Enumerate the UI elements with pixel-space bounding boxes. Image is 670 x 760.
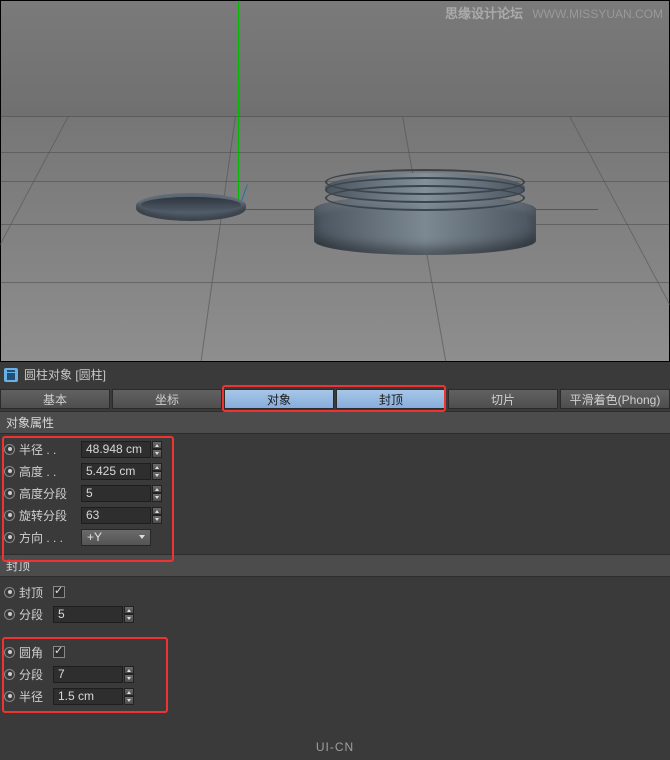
anim-toggle-filletrad[interactable] (4, 691, 15, 702)
label-filletrad: 半径 (19, 688, 53, 705)
attributes-panel: 圆柱对象 [圆柱] 基本 坐标 对象 封顶 切片 平滑着色(Phong) 对象属… (0, 362, 670, 713)
row-height-seg: 高度分段 5 (0, 482, 670, 504)
section-object-props: 对象属性 (0, 411, 670, 434)
label-rseg: 旋转分段 (19, 507, 81, 524)
anim-toggle-hseg[interactable] (4, 488, 15, 499)
tab-caps[interactable]: 封顶 (336, 389, 446, 409)
delete-icon[interactable] (4, 368, 18, 382)
anim-toggle-caps[interactable] (4, 587, 15, 598)
spinner-radius[interactable] (152, 441, 162, 458)
watermark-footer: UI-CN (316, 740, 354, 754)
anim-toggle-filletseg[interactable] (4, 669, 15, 680)
label-caps: 封顶 (19, 584, 53, 601)
spinner-filletseg[interactable] (124, 666, 134, 683)
row-orientation: 方向 +Y (0, 526, 670, 548)
watermark-site-cn: 思缘设计论坛 (445, 6, 523, 21)
mesh-disc-top (141, 197, 241, 212)
input-filletrad[interactable]: 1.5 cm (53, 688, 123, 705)
anim-toggle-fillet[interactable] (4, 647, 15, 658)
checkbox-fillet[interactable] (53, 646, 65, 658)
axis-y (238, 1, 239, 209)
input-height[interactable]: 5.425 cm (81, 463, 151, 480)
mesh-cylinder (314, 169, 536, 255)
object-props-group: 半径 48.948 cm 高度 5.425 cm 高度分段 5 旋转分段 63 … (0, 434, 670, 554)
object-header: 圆柱对象 [圆柱] (0, 362, 670, 387)
tab-slice[interactable]: 切片 (448, 389, 558, 409)
row-fillet: 圆角 (0, 641, 670, 663)
input-rseg[interactable]: 63 (81, 507, 151, 524)
row-capseg: 分段 5 (0, 603, 670, 625)
row-filletseg: 分段 7 (0, 663, 670, 685)
anim-toggle-rseg[interactable] (4, 510, 15, 521)
anim-toggle-height[interactable] (4, 466, 15, 477)
spinner-hseg[interactable] (152, 485, 162, 502)
input-filletseg[interactable]: 7 (53, 666, 123, 683)
watermark-top: 思缘设计论坛 WWW.MISSYUAN.COM (445, 3, 663, 22)
section-caps: 封顶 (0, 554, 670, 577)
input-capseg[interactable]: 5 (53, 606, 123, 623)
label-orient: 方向 (19, 529, 81, 546)
label-hseg: 高度分段 (19, 485, 81, 502)
viewport-3d[interactable]: 思缘设计论坛 WWW.MISSYUAN.COM (0, 0, 670, 362)
label-fillet: 圆角 (19, 644, 53, 661)
caps-group-1: 封顶 分段 5 (0, 577, 670, 637)
input-hseg[interactable]: 5 (81, 485, 151, 502)
label-radius: 半径 (19, 441, 81, 458)
dropdown-orientation[interactable]: +Y (81, 529, 151, 546)
anim-toggle-orient[interactable] (4, 532, 15, 543)
tab-coord[interactable]: 坐标 (112, 389, 222, 409)
checkbox-caps[interactable] (53, 586, 65, 598)
spinner-rseg[interactable] (152, 507, 162, 524)
row-height: 高度 5.425 cm (0, 460, 670, 482)
row-filletrad: 半径 1.5 cm (0, 685, 670, 707)
row-radius: 半径 48.948 cm (0, 438, 670, 460)
row-caps: 封顶 (0, 581, 670, 603)
spinner-filletrad[interactable] (124, 688, 134, 705)
tab-bar: 基本 坐标 对象 封顶 切片 平滑着色(Phong) (0, 387, 670, 411)
caps-group-2: 圆角 分段 7 半径 1.5 cm (0, 637, 670, 713)
tab-basic[interactable]: 基本 (0, 389, 110, 409)
spinner-height[interactable] (152, 463, 162, 480)
spinner-capseg[interactable] (124, 606, 134, 623)
label-height: 高度 (19, 463, 81, 480)
chevron-down-icon (139, 535, 145, 542)
object-title: 圆柱对象 [圆柱] (24, 366, 106, 383)
input-radius[interactable]: 48.948 cm (81, 441, 151, 458)
row-rot-seg: 旋转分段 63 (0, 504, 670, 526)
label-filletseg: 分段 (19, 666, 53, 683)
tab-object[interactable]: 对象 (224, 389, 334, 409)
anim-toggle-capseg[interactable] (4, 609, 15, 620)
tab-phong[interactable]: 平滑着色(Phong) (560, 389, 670, 409)
label-capseg: 分段 (19, 606, 53, 623)
anim-toggle-radius[interactable] (4, 444, 15, 455)
watermark-site-url: WWW.MISSYUAN.COM (532, 7, 663, 21)
